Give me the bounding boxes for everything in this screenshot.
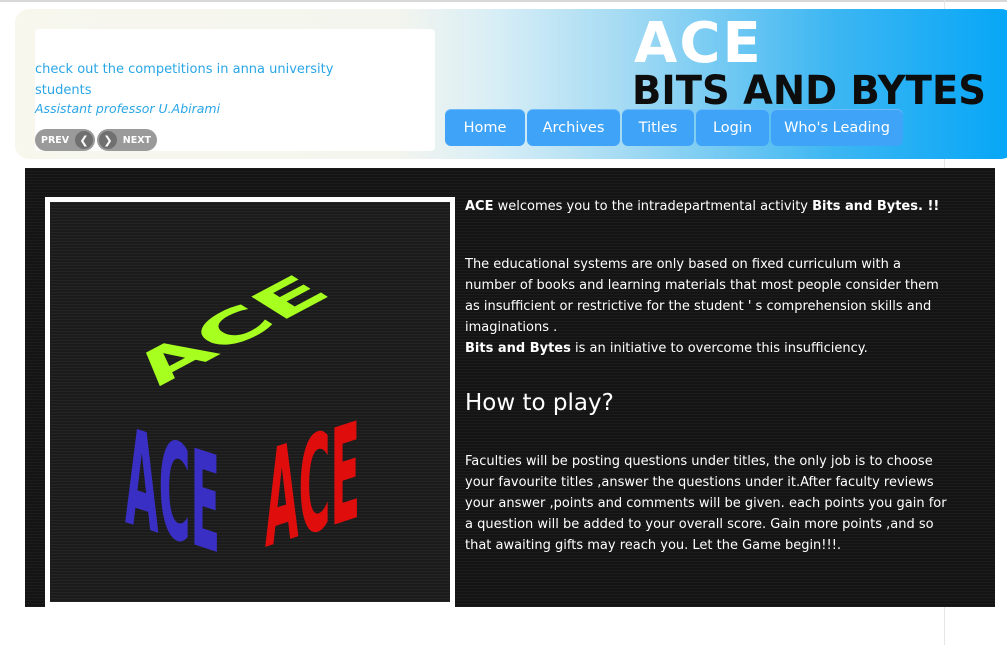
news-message-link[interactable]: check out the competitions in anna unive… — [35, 59, 335, 101]
cube-top-face: ACE — [115, 266, 346, 394]
nav-titles-button[interactable]: Titles — [622, 109, 694, 146]
body-2-bold: Bits and Bytes — [465, 341, 571, 356]
logo-line-2: BITS AND BYTES — [632, 68, 986, 108]
logo-line-1: ACE — [634, 12, 763, 76]
nav-login-button[interactable]: Login — [696, 109, 769, 146]
prev-label: PREV — [41, 134, 70, 146]
how-to-play-heading: How to play? — [465, 390, 614, 416]
site-logo: ACE BITS AND BYTES — [632, 12, 986, 108]
cube-left-face: ACE — [125, 400, 220, 585]
nav-whos-leading-button[interactable]: Who's Leading — [771, 109, 903, 146]
intro-bold-bits: Bits and Bytes. !! — [812, 199, 940, 214]
nav-home-button[interactable]: Home — [445, 109, 525, 146]
ace-cube-graphic: ACE ACE ACE — [115, 266, 361, 585]
chevron-left-icon: ❮ — [75, 131, 93, 149]
chevron-right-icon: ❯ — [99, 131, 117, 149]
news-author: Assistant professor U.Abirami — [35, 101, 221, 116]
nav-archives-button[interactable]: Archives — [527, 109, 620, 146]
next-label: NEXT — [122, 134, 151, 146]
cube-right-face: ACE — [265, 394, 360, 579]
body-2-text: is an initiative to overcome this insuff… — [570, 341, 868, 356]
prev-button[interactable]: PREV ❮ — [35, 129, 95, 151]
ace-cube-image: ACE ACE ACE — [45, 197, 455, 607]
next-button[interactable]: ❯ NEXT — [97, 129, 157, 151]
body-paragraph-1: The educational systems are only based o… — [465, 257, 939, 335]
intro-paragraph: ACE welcomes you to the intradepartmenta… — [465, 196, 950, 217]
intro-bold-ace: ACE — [465, 199, 494, 214]
body-paragraph-2: Bits and Bytes is an initiative to overc… — [465, 338, 950, 359]
intro-text: welcomes you to the intradepartmental ac… — [493, 199, 813, 214]
body-paragraph-3: Faculties will be posting questions unde… — [465, 454, 947, 553]
top-divider — [0, 0, 1007, 2]
